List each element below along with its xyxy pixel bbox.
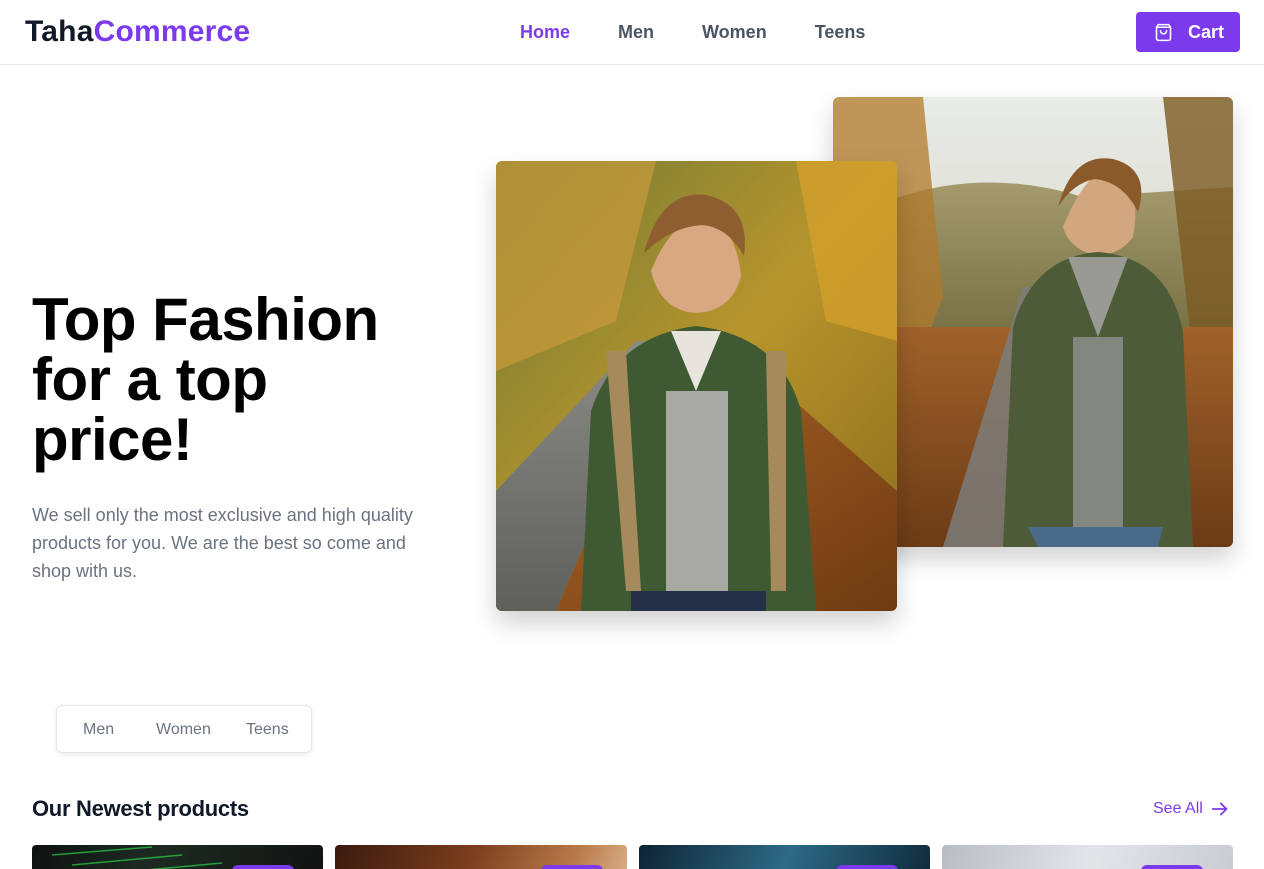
hero-title: Top Fashion for a top price! bbox=[32, 290, 452, 470]
section-title: Our Newest products bbox=[32, 796, 249, 821]
nav-link-home[interactable]: Home bbox=[520, 20, 570, 44]
product-card[interactable] bbox=[32, 845, 323, 869]
hero-title-line-2: for a top bbox=[32, 346, 268, 413]
product-card[interactable] bbox=[335, 845, 627, 869]
product-badge bbox=[232, 865, 294, 869]
see-all-link[interactable]: See All bbox=[1153, 798, 1231, 820]
product-badge bbox=[541, 865, 603, 869]
filter-teens[interactable]: Teens bbox=[246, 720, 289, 740]
site-logo[interactable]: TahaCommerce bbox=[25, 14, 250, 50]
cart-label: Cart bbox=[1188, 22, 1225, 42]
category-filter: Men Women Teens bbox=[56, 705, 312, 753]
hero-title-line-1: Top Fashion bbox=[32, 286, 379, 353]
product-badge bbox=[1141, 865, 1203, 869]
filter-men[interactable]: Men bbox=[83, 720, 114, 740]
logo-accent: Commerce bbox=[93, 15, 251, 48]
arrow-right-icon bbox=[1211, 802, 1228, 816]
hero-description: We sell only the most exclusive and high… bbox=[32, 505, 413, 581]
see-all-label: See All bbox=[1153, 800, 1203, 817]
filter-women[interactable]: Women bbox=[156, 720, 211, 740]
main-nav: Home Men Women Teens bbox=[520, 20, 865, 44]
product-card[interactable] bbox=[942, 845, 1233, 869]
nav-link-women[interactable]: Women bbox=[702, 20, 767, 44]
hero-title-line-3: price! bbox=[32, 406, 193, 473]
site-header: TahaCommerce Home Men Women Teens Cart bbox=[0, 0, 1264, 65]
shopping-bag-icon bbox=[1155, 23, 1172, 42]
nav-link-men[interactable]: Men bbox=[618, 20, 654, 44]
logo-prefix: Taha bbox=[25, 15, 94, 48]
product-card[interactable] bbox=[639, 845, 930, 869]
product-badge bbox=[836, 865, 898, 869]
nav-link-teens[interactable]: Teens bbox=[815, 20, 866, 44]
hero-image-primary bbox=[496, 161, 897, 611]
cart-button[interactable]: Cart bbox=[1136, 12, 1240, 52]
